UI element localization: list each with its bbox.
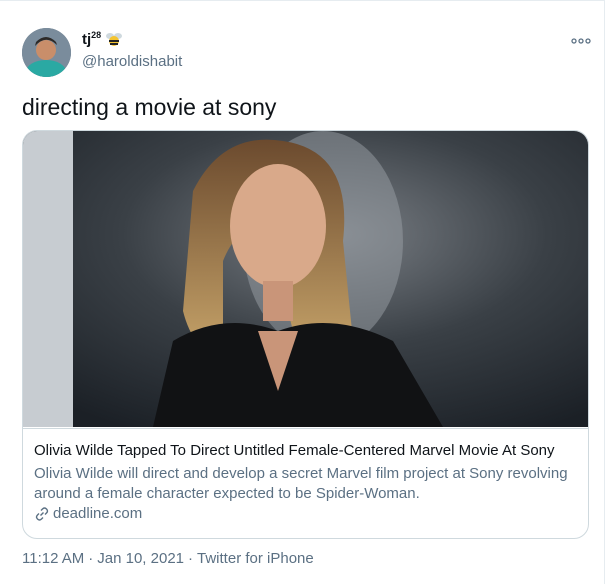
avatar-icon <box>22 28 71 77</box>
meta-separator: · <box>88 550 94 567</box>
tweet-source[interactable]: Twitter for iPhone <box>197 550 314 567</box>
author-handle[interactable]: @haroldishabit <box>82 53 182 70</box>
card-image[interactable] <box>23 131 589 427</box>
card-body[interactable]: Olivia Wilde Tapped To Direct Untitled F… <box>23 428 588 538</box>
card-description: Olivia Wilde will direct and develop a s… <box>34 465 568 502</box>
card-domain-text: deadline.com <box>53 505 143 522</box>
bee-icon <box>106 33 123 46</box>
tweet-date[interactable]: Jan 10, 2021 <box>97 550 184 567</box>
link-card[interactable]: Olivia Wilde Tapped To Direct Untitled F… <box>22 130 589 539</box>
tweet-meta: 11:12 AM · Jan 10, 2021 · Twitter for iPhone <box>22 550 318 567</box>
author-name-row[interactable]: tj28 <box>82 30 123 48</box>
meta-separator: · <box>188 550 194 567</box>
author-superscript: 28 <box>91 30 102 40</box>
link-icon <box>35 506 49 521</box>
card-domain[interactable]: deadline.com <box>34 505 142 522</box>
author-name[interactable]: tj28 <box>82 30 101 48</box>
more-options-icon[interactable] <box>570 34 592 48</box>
card-title[interactable]: Olivia Wilde Tapped To Direct Untitled F… <box>34 442 555 459</box>
tweet-time[interactable]: 11:12 AM <box>22 550 84 567</box>
avatar[interactable] <box>22 28 71 77</box>
tweet-text: directing a movie at sony <box>22 94 277 120</box>
